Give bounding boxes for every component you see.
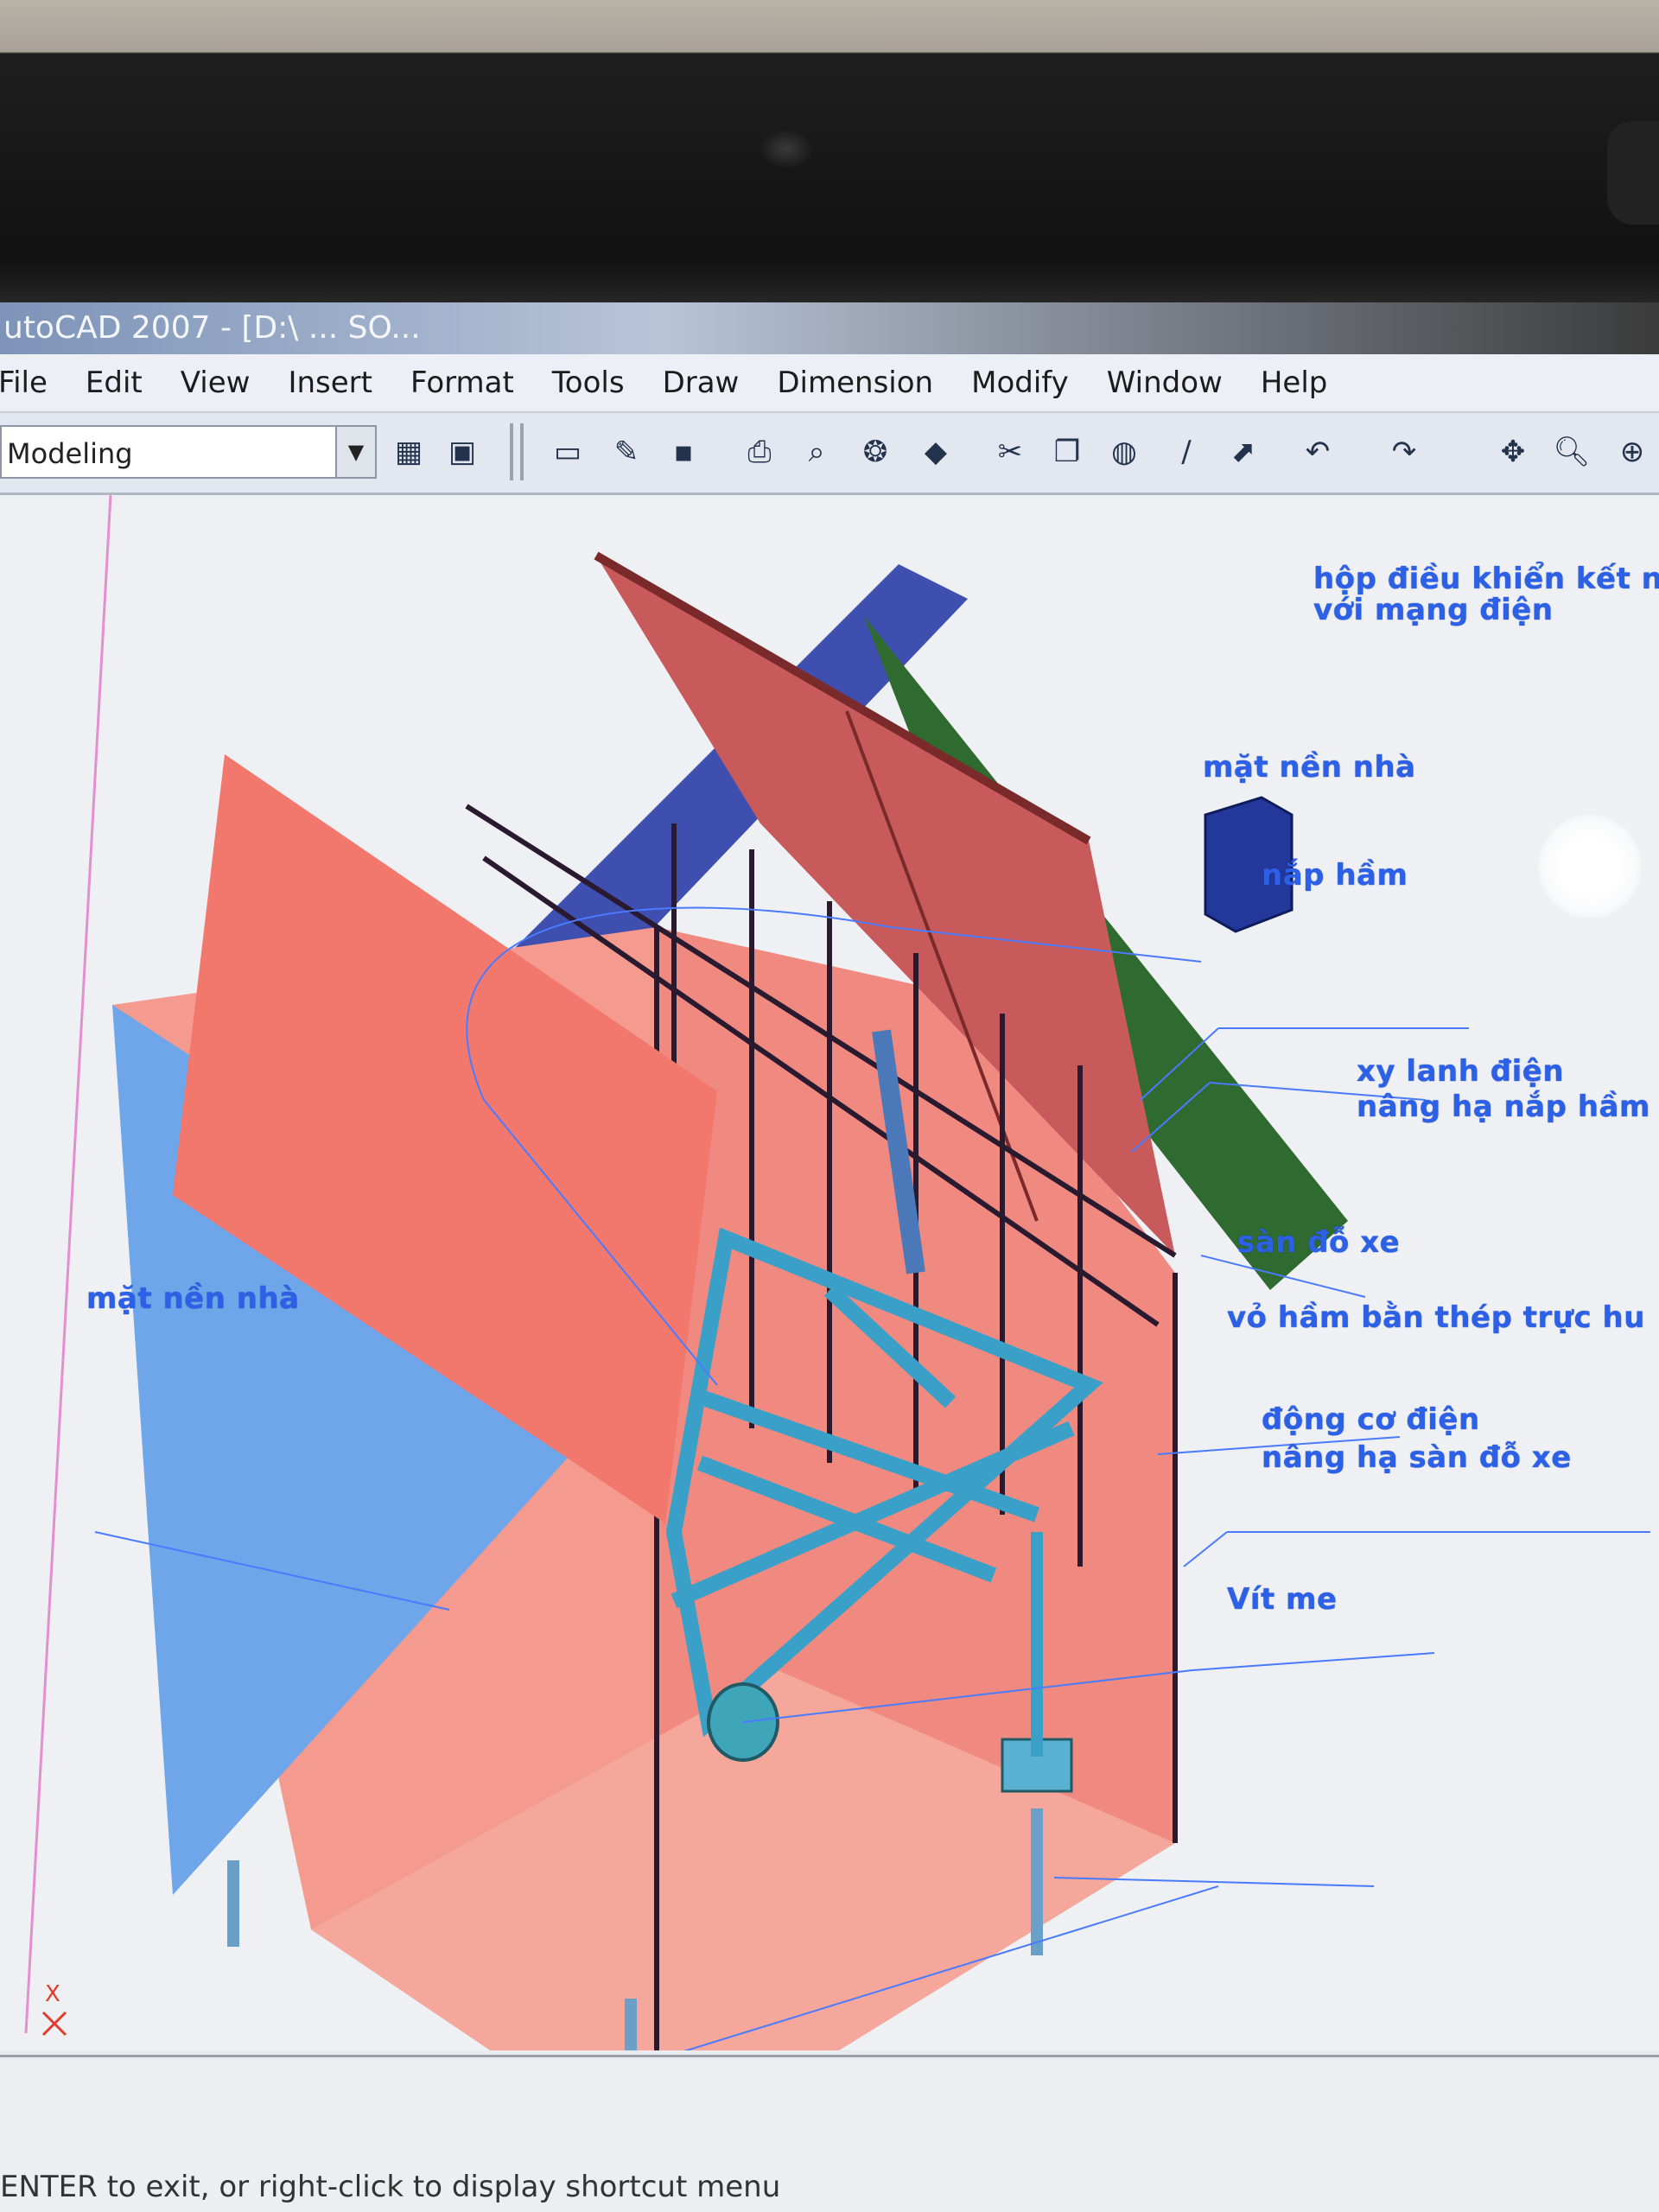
command-line[interactable]: ENTER to exit, or right-click to display… [0, 2055, 1659, 2212]
layer-icon[interactable]: ▣ [439, 429, 486, 475]
annotation-motor-2: nâng hạ sàn đỗ xe [1262, 1440, 1572, 1475]
3d-icon[interactable]: ◆ [912, 429, 959, 475]
cad-drawing [24, 495, 1650, 2050]
toolbar-grip[interactable] [510, 423, 513, 480]
annotation-motor-1: động cơ điện [1262, 1402, 1480, 1437]
menu-insert[interactable]: Insert [288, 365, 372, 400]
monitor-bezel [0, 0, 1659, 302]
preview-icon[interactable]: ⌕ [793, 429, 840, 475]
render-icon[interactable]: ▦ [385, 429, 432, 475]
annotation-cylinder-2: nâng hạ nắp hầm [1357, 1090, 1650, 1124]
copy-icon[interactable]: ❐ [1044, 429, 1090, 475]
new-icon[interactable]: ▭ [544, 429, 591, 475]
menu-format[interactable]: Format [410, 365, 514, 400]
open-icon[interactable]: ✎ [603, 429, 650, 475]
annotation-platform: sàn đỗ xe [1237, 1225, 1401, 1260]
annotation-cylinder-1: xy lanh điện [1357, 1054, 1565, 1089]
zoom-realtime-icon[interactable]: 🔍︎ [1548, 429, 1595, 475]
window-title: utoCAD 2007 - [D:\ ... SO... [3, 310, 421, 346]
menu-window[interactable]: Window [1107, 365, 1223, 400]
menu-file[interactable]: File [0, 365, 48, 400]
annotation-floor-top: mặt nền nhà [1203, 750, 1416, 785]
menu-dimension[interactable]: Dimension [777, 365, 933, 400]
menu-view[interactable]: View [181, 365, 251, 400]
ucs-x-label: X [45, 1981, 60, 2007]
workspace-dropdown[interactable]: Modeling ▼ [0, 425, 377, 479]
annotation-screw: Vít me [1227, 1582, 1338, 1617]
annotation-control-box: hộp điều khiển kết n [1313, 562, 1659, 596]
pan-icon[interactable]: ✥ [1490, 429, 1536, 475]
undo-icon[interactable]: ↶ [1294, 429, 1341, 475]
standard-toolbar: Modeling ▼ ▦ ▣ ▭ ✎ ▪ ⎙ ⌕ ❂ ◆ ✂ ❐ ◍ ∕ ⬈ ↶… [0, 413, 1659, 495]
menu-help[interactable]: Help [1261, 365, 1328, 400]
workspace-value: Modeling [7, 437, 133, 470]
monitor-bezel-corner [1607, 121, 1659, 225]
publish-icon[interactable]: ❂ [852, 429, 899, 475]
autocad-window: utoCAD 2007 - [D:\ ... SO... File Edit V… [0, 302, 1659, 2212]
chevron-down-icon[interactable]: ▼ [335, 427, 375, 477]
redo-icon[interactable]: ↷ [1381, 429, 1427, 475]
command-prompt: ENTER to exit, or right-click to display… [0, 2170, 781, 2204]
title-bar: utoCAD 2007 - [D:\ ... SO... [0, 302, 1659, 354]
zoom-window-icon[interactable]: ⊕ [1609, 429, 1656, 475]
block-editor-icon[interactable]: ⬈ [1220, 429, 1267, 475]
annotation-control-box-2: với mạng điện [1313, 593, 1554, 627]
print-icon[interactable]: ⎙ [736, 429, 783, 475]
ucs-icon [41, 2011, 67, 2037]
annotation-floor-left: mặt nền nhà [86, 1281, 300, 1316]
annotation-shell: vỏ hầm bằn thép trực hu [1227, 1300, 1645, 1335]
toolbar-grip[interactable] [520, 423, 524, 480]
paste-icon[interactable]: ◍ [1101, 429, 1147, 475]
menu-modify[interactable]: Modify [971, 365, 1069, 400]
webcam [760, 130, 812, 168]
annotation-hatch-lid: nắp hầm [1262, 858, 1408, 893]
save-icon[interactable]: ▪ [660, 429, 707, 475]
match-properties-icon[interactable]: ∕ [1163, 429, 1210, 475]
screen-glare [1538, 815, 1642, 918]
cut-icon[interactable]: ✂ [987, 429, 1033, 475]
menu-draw[interactable]: Draw [663, 365, 740, 400]
model-space-viewport[interactable]: hộp điều khiển kết n với mạng điện mặt n… [0, 495, 1659, 2099]
menu-tools[interactable]: Tools [552, 365, 625, 400]
menu-edit[interactable]: Edit [86, 365, 143, 400]
menu-bar: File Edit View Insert Format Tools Draw … [0, 354, 1659, 413]
